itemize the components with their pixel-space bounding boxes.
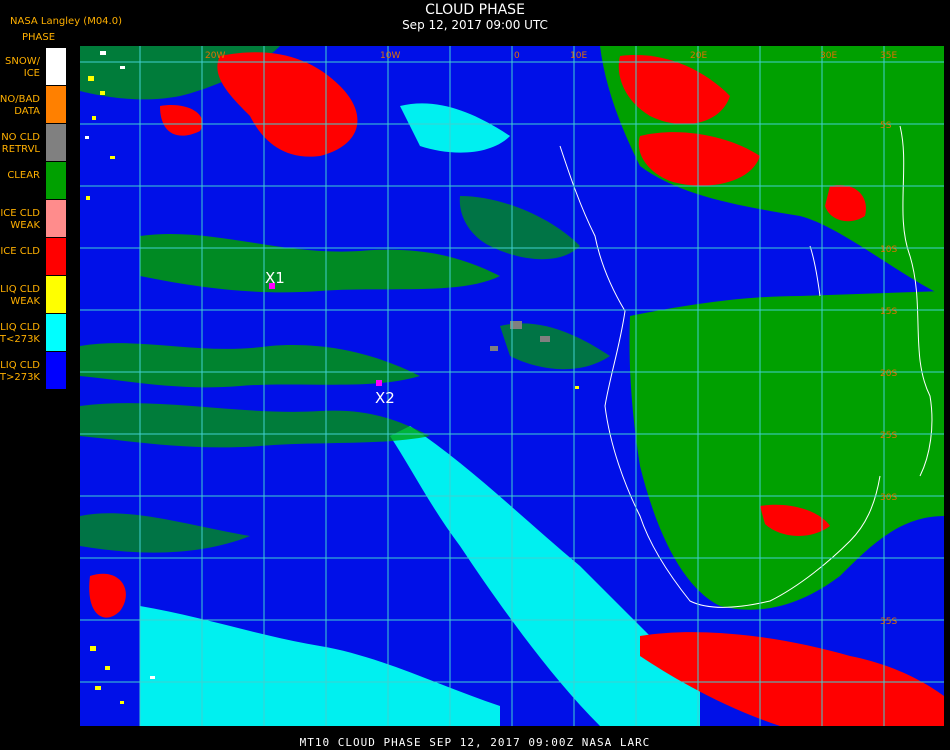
legend-label: ICE CLD [0,246,40,257]
legend-label: SNOW/ ICE [5,56,40,79]
legend-swatch [46,200,66,237]
marker-x1-label: X1 [265,269,285,287]
lat-label: 20S [880,369,897,379]
footer-caption: MT10 CLOUD PHASE SEP 12, 2017 09:00Z NAS… [299,736,651,749]
legend-label: NO CLD RETRVL [1,132,40,155]
lon-label: 0 [514,51,520,61]
legend-item-no-cloud-retrieval: NO CLD RETRVL [0,124,66,162]
legend-swatch [46,162,66,199]
legend-item-ice-cloud-weak: ICE CLD WEAK [0,200,66,238]
lon-label: 10W [380,51,400,61]
marker-x2-dot [376,380,382,386]
lat-label: 5S [880,121,892,131]
legend-label: LIQ CLD T<273K [0,322,40,345]
legend-swatch [46,86,66,123]
legend-swatch [46,352,66,389]
lon-label: 10E [570,51,587,61]
legend-item-liquid-cloud-weak: LIQ CLD WEAK [0,276,66,314]
lat-label: 30S [880,493,897,503]
legend-swatch [46,48,66,85]
lat-label: 35S [880,617,897,627]
legend-item-clear: CLEAR [0,162,66,200]
legend-swatch [46,276,66,313]
legend-item-liquid-cloud-cold: LIQ CLD T<273K [0,314,66,352]
legend-label: LIQ CLD T>273K [0,360,40,383]
marker-x2-label: X2 [375,389,395,407]
legend-item-ice-cloud: ICE CLD [0,238,66,276]
lon-label: 30E [820,51,837,61]
cloud-phase-map: 20W 10W 0 10E 20E 30E 35E 5S 10S 15S 20S… [80,46,944,726]
lon-label: 20W [205,51,225,61]
lon-label: 20E [690,51,707,61]
lat-label: 25S [880,431,897,441]
legend-item-snow-ice: SNOW/ ICE [0,48,66,86]
legend-label: CLEAR [7,170,40,181]
lat-label: 10S [880,245,897,255]
marker-x1: X1 [265,269,285,289]
legend-swatch [46,314,66,351]
legend-title: PHASE [22,32,56,43]
legend-label: LIQ CLD WEAK [0,284,40,307]
legend-swatch [46,238,66,275]
legend-item-liquid-cloud-warm: LIQ CLD T>273K [0,352,66,390]
lon-label: 35E [880,51,897,61]
legend-label: ICE CLD WEAK [0,208,40,231]
legend-swatch [46,124,66,161]
map-canvas: 20W 10W 0 10E 20E 30E 35E 5S 10S 15S 20S… [80,46,944,726]
lat-label: 15S [880,307,897,317]
legend-label: NO/BAD DATA [0,94,40,117]
legend-item-no-bad-data: NO/BAD DATA [0,86,66,124]
map-title: CLOUD PHASE [425,2,525,18]
map-subtitle: Sep 12, 2017 09:00 UTC [402,18,548,32]
